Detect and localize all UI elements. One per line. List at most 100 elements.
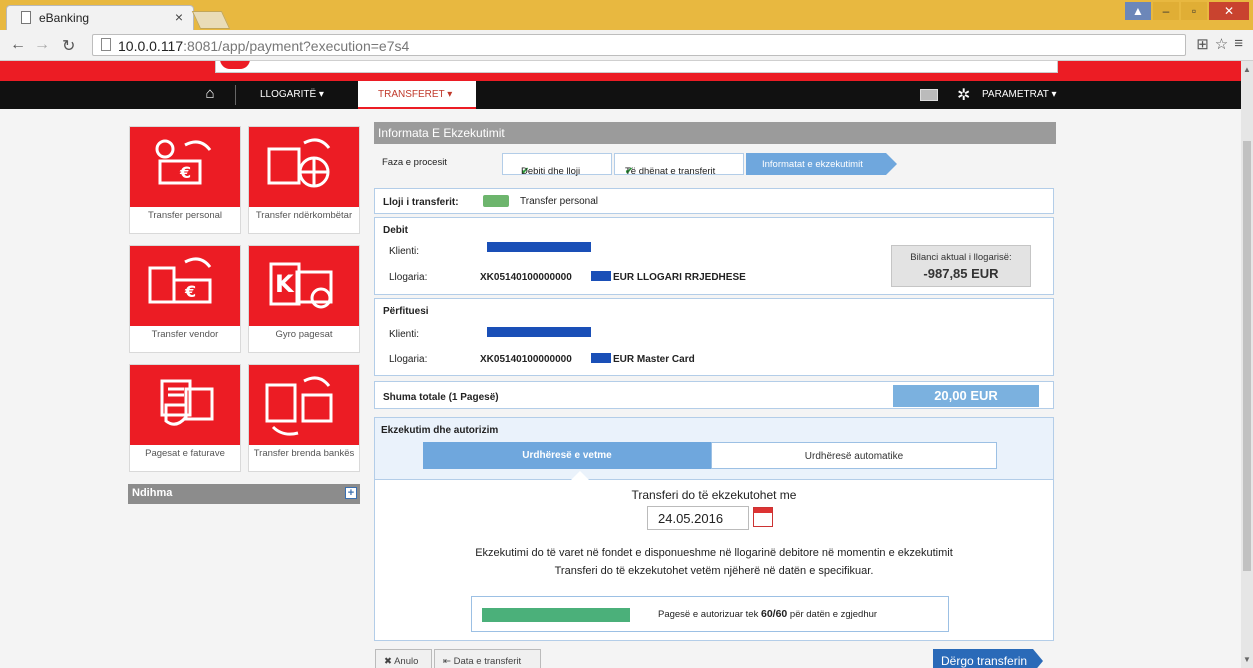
currency-document-icon: K	[249, 246, 359, 326]
minimize-button[interactable]: –	[1153, 2, 1179, 20]
translate-icon[interactable]: ⊞	[1196, 35, 1209, 53]
person-money-icon: €	[130, 127, 240, 207]
help-panel[interactable]: Ndihma +	[128, 484, 360, 504]
tab-close-icon[interactable]: ×	[175, 9, 183, 25]
execution-box: Ekzekutim dhe autorizim Urdhëresë e vetm…	[374, 417, 1054, 641]
nav-divider	[235, 85, 236, 105]
beneficiary-account-prefix: XK05140100000000	[480, 354, 572, 365]
tab-single-order[interactable]: Urdhëresë e vetme	[423, 442, 711, 469]
beneficiary-title: Përfituesi	[383, 306, 429, 317]
scroll-down-icon[interactable]: ▼	[1243, 655, 1251, 664]
page-icon	[21, 11, 31, 24]
browser-toolbar: ← → ↻ 10.0.0.117:8081/app/payment?execut…	[0, 30, 1253, 61]
execution-header: Ekzekutim dhe autorizim Urdhëresë e vetm…	[375, 418, 1053, 480]
progress-fill	[482, 608, 630, 622]
nav-accounts[interactable]: LLOGARITË ▾	[260, 89, 324, 100]
gear-icon[interactable]: ✲	[957, 85, 970, 105]
bookmark-star-icon[interactable]: ☆	[1215, 35, 1228, 53]
nav-settings[interactable]: PARAMETRAT ▾	[982, 89, 1056, 100]
balance-value: -987,85 EUR	[923, 266, 999, 281]
scrollbar-thumb[interactable]	[1243, 141, 1251, 571]
building-money-icon: €	[130, 246, 240, 326]
bank-logo	[220, 61, 250, 69]
page: ⌂ LLOGARITË ▾ TRANSFERET ▾ ✲ PARAMETRAT …	[0, 61, 1241, 668]
send-transfer-button[interactable]: Dërgo transferin	[933, 649, 1043, 668]
tile-bill-payments[interactable]: Pagesat e faturave	[129, 364, 241, 472]
step-execution: Informatat e ekzekutimit	[746, 153, 897, 175]
cancel-label: ✖ Anulo	[384, 656, 419, 667]
balance-label: Bilanci aktual i llogarisë:	[910, 252, 1012, 263]
execution-date-field[interactable]: 24.05.2016	[647, 506, 749, 530]
section-title: Informata E Ekzekutimit	[378, 126, 505, 140]
new-tab-button[interactable]	[191, 11, 231, 29]
process-label: Faza e procesit	[382, 157, 447, 168]
browser-titlebar: eBanking × ▲ – ▫ ✕	[0, 0, 1253, 30]
nav-transfers[interactable]: TRANSFERET ▾	[358, 81, 476, 109]
debit-box: Debit Klienti: Llogaria: XK0514010000000…	[374, 217, 1054, 295]
expand-plus-icon[interactable]: +	[345, 487, 357, 499]
shield-invoice-icon	[130, 365, 240, 445]
tile-transfer-domestic[interactable]: € Transfer vendor	[129, 245, 241, 353]
calendar-icon[interactable]	[753, 507, 773, 527]
card-icon	[483, 195, 509, 207]
window-controls: ▲ – ▫ ✕	[1125, 2, 1249, 20]
tab-pointer	[571, 471, 589, 480]
page-icon	[101, 38, 111, 51]
balance-box: Bilanci aktual i llogarisë: -987,85 EUR	[891, 245, 1031, 287]
maximize-button[interactable]: ▫	[1181, 2, 1207, 20]
tile-label: Transfer ndërkombëtar	[255, 210, 353, 221]
address-bar[interactable]: 10.0.0.117:8081/app/payment?execution=e7…	[92, 34, 1186, 56]
auth-pre: Pagesë e autorizuar tek	[658, 609, 759, 620]
step-label: Informatat e ekzekutimit	[762, 159, 863, 170]
building-transfer-icon	[249, 365, 359, 445]
scroll-up-icon[interactable]: ▲	[1243, 65, 1251, 74]
process-steps: Faza e procesit ✔ Debiti dhe lloji ✔ Të …	[374, 149, 1056, 177]
redacted-client	[487, 327, 591, 337]
back-icon[interactable]: ←	[10, 36, 26, 54]
building-globe-icon	[249, 127, 359, 207]
mail-icon[interactable]	[920, 89, 938, 101]
back-to-transfer-data-button[interactable]: ⇤ Data e transferit	[434, 649, 541, 668]
beneficiary-box: Përfituesi Klienti: Llogaria: XK05140100…	[374, 298, 1054, 376]
transfer-type-label: Lloji i transferit:	[383, 197, 459, 208]
transfer-type-box: Lloji i transferit: Transfer personal	[374, 188, 1054, 214]
tile-label: Pagesat e faturave	[145, 448, 225, 459]
execution-note: Ekzekutimi do të varet në fondet e dispo…	[475, 547, 953, 559]
browser-tab[interactable]: eBanking ×	[6, 5, 194, 30]
tile-transfer-international[interactable]: Transfer ndërkombëtar	[248, 126, 360, 234]
forward-icon[interactable]: →	[34, 36, 50, 54]
tile-gyro[interactable]: K Gyro pagesat	[248, 245, 360, 353]
debit-account-prefix: XK05140100000000	[480, 272, 572, 283]
tab-title: eBanking	[39, 11, 90, 25]
step-debit[interactable]: ✔ Debiti dhe lloji	[502, 153, 612, 177]
execution-date: 24.05.2016	[658, 511, 724, 526]
authorization-progress: Pagesë e autorizuar tek 60/60 për datën …	[471, 596, 949, 632]
home-icon[interactable]: ⌂	[200, 85, 220, 103]
cancel-button[interactable]: ✖ Anulo	[375, 649, 432, 668]
step-transfer-data[interactable]: ✔ Të dhënat e transferit	[614, 153, 744, 177]
tile-label: Gyro pagesat	[275, 329, 333, 340]
execution-note-once: Transferi do të ekzekutohet vetëm njëher…	[554, 565, 874, 577]
nav-transfers-label: TRANSFERET ▾	[378, 89, 453, 100]
close-window-button[interactable]: ✕	[1209, 2, 1249, 20]
page-scrollbar[interactable]: ▲ ▼	[1241, 61, 1253, 668]
menu-icon[interactable]: ≡	[1234, 35, 1243, 53]
tab-automatic-order[interactable]: Urdhëresë automatike	[711, 442, 997, 469]
step-label: Të dhënat e transferit	[625, 166, 716, 177]
beneficiary-client-label: Klienti:	[389, 329, 420, 340]
user-icon[interactable]: ▲	[1125, 2, 1151, 20]
tile-transfer-personal[interactable]: € Transfer personal	[129, 126, 241, 234]
reload-icon[interactable]: ↻	[62, 36, 75, 56]
svg-text:K: K	[275, 270, 295, 298]
back-label: ⇤ Data e transferit	[443, 656, 522, 667]
auth-count: 60/60	[760, 608, 788, 620]
step-label: Debiti dhe lloji	[521, 166, 581, 177]
redacted-account	[591, 353, 611, 363]
authorization-text: Pagesë e autorizuar tek 60/60 për datën …	[658, 608, 877, 620]
tile-transfer-within-bank[interactable]: Transfer brenda bankës	[248, 364, 360, 472]
beneficiary-account-label: Llogaria:	[389, 354, 428, 365]
url-text: 10.0.0.117:8081/app/payment?execution=e7…	[118, 38, 409, 54]
redacted-client	[487, 242, 591, 252]
help-label: Ndihma	[132, 487, 173, 499]
transfer-type-value: Transfer personal	[520, 196, 598, 207]
